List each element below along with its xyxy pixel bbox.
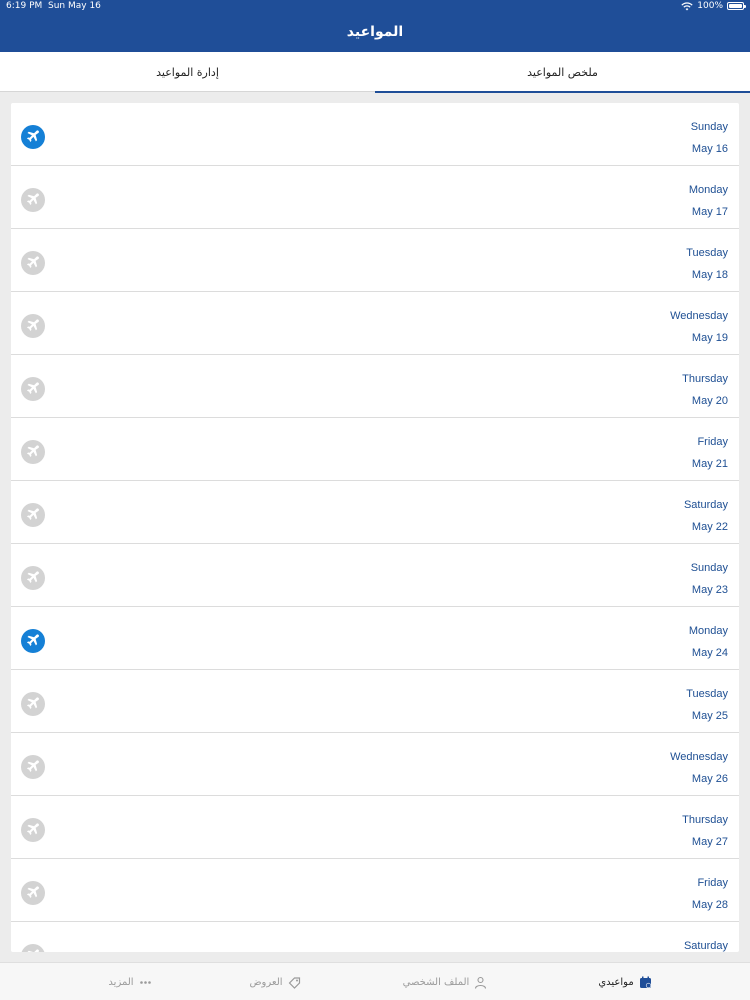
nav-item-offers[interactable]: العروض [210, 963, 340, 1000]
airplane-icon [21, 188, 45, 212]
user-icon [475, 976, 487, 989]
day-date: May 19 [691, 332, 728, 344]
day-name: Wednesday [670, 310, 728, 322]
airplane-icon [21, 251, 45, 275]
day-date: May 17 [691, 206, 728, 218]
airplane-icon [21, 818, 45, 842]
nav-item-profile[interactable]: الملف الشخصي [380, 963, 510, 1000]
day-name: Tuesday [686, 688, 728, 700]
segment-tabs: إدارة المواعيد ملخص المواعيد [0, 52, 750, 93]
status-date: Sun May 16 [48, 1, 101, 11]
airplane-icon [21, 881, 45, 905]
day-date: May 20 [691, 395, 728, 407]
schedule-row[interactable]: Monday May 24 [11, 607, 739, 670]
wifi-icon [681, 1, 693, 10]
airplane-icon [21, 440, 45, 464]
day-name: Tuesday [686, 247, 728, 259]
airplane-icon [21, 692, 45, 716]
day-date: May 27 [691, 836, 728, 848]
schedule-row[interactable]: Friday May 21 [11, 418, 739, 481]
airplane-icon [21, 944, 45, 952]
airplane-icon [21, 125, 45, 149]
day-date: May 18 [691, 269, 728, 281]
day-name: Thursday [682, 373, 728, 385]
airplane-icon [21, 629, 45, 653]
schedule-row[interactable]: Tuesday May 25 [11, 670, 739, 733]
battery-icon [727, 2, 746, 10]
schedule-row[interactable]: Saturday May 22 [11, 481, 739, 544]
airplane-icon [21, 566, 45, 590]
day-name: Monday [688, 184, 728, 196]
battery-text: 100% [697, 1, 723, 11]
tab-appointments-summary[interactable]: ملخص المواعيد [375, 52, 750, 93]
day-name: Wednesday [670, 751, 728, 763]
status-time-date: 6:19 PM Sun May 16 [6, 1, 101, 11]
airplane-icon [21, 314, 45, 338]
schedule-row[interactable]: Sunday May 23 [11, 544, 739, 607]
schedule-row[interactable]: Thursday May 20 [11, 355, 739, 418]
bottom-nav: المزيد العروض الملف الشخصي مواعيدي [0, 962, 750, 1000]
schedule-row[interactable]: Sunday May 16 [11, 103, 739, 166]
nav-item-label: مواعيدي [598, 976, 634, 988]
calendar-icon [639, 976, 651, 988]
schedule-list: Sunday May 16 Monday May 17 Tuesday May 18 Wed… [11, 103, 739, 952]
schedule-row[interactable]: Thursday May 27 [11, 796, 739, 859]
schedule-row[interactable]: Saturday [11, 922, 739, 952]
nav-item-label: المزيد [108, 976, 134, 988]
day-name: Saturday [683, 940, 728, 952]
day-date: May 25 [691, 710, 728, 722]
day-name: Sunday [690, 121, 728, 133]
app-header: 6:19 PM Sun May 16 100% المواعيد [0, 0, 750, 52]
page-title: المواعيد [346, 24, 404, 40]
status-bar: 6:19 PM Sun May 16 100% [0, 0, 750, 14]
airplane-icon [21, 377, 45, 401]
airplane-icon [21, 755, 45, 779]
tab-label: ملخص المواعيد [527, 65, 598, 79]
day-name: Friday [697, 877, 728, 889]
day-date: May 24 [691, 647, 728, 659]
airplane-icon [21, 503, 45, 527]
nav-item-label: الملف الشخصي [402, 976, 470, 988]
nav-item-my-appointments[interactable]: مواعيدي [560, 963, 690, 1000]
tag-icon [288, 976, 300, 989]
nav-item-label: العروض [249, 976, 283, 988]
nav-item-more[interactable]: المزيد [65, 963, 195, 1000]
day-date: May 28 [691, 899, 728, 911]
schedule-row[interactable]: Tuesday May 18 [11, 229, 739, 292]
status-right: 100% [681, 1, 746, 11]
tab-manage-appointments[interactable]: إدارة المواعيد [0, 52, 375, 92]
tab-label: إدارة المواعيد [156, 65, 219, 79]
day-date: May 23 [691, 584, 728, 596]
status-time: 6:19 PM [6, 1, 43, 11]
day-name: Thursday [682, 814, 728, 826]
day-name: Friday [697, 436, 728, 448]
day-date: May 16 [691, 143, 728, 155]
day-name: Saturday [683, 499, 728, 511]
day-date: May 21 [691, 458, 728, 470]
more-dots-icon [139, 980, 151, 984]
day-date: May 22 [691, 521, 728, 533]
schedule-row[interactable]: Wednesday May 19 [11, 292, 739, 355]
day-name: Sunday [690, 562, 728, 574]
schedule-row[interactable]: Friday May 28 [11, 859, 739, 922]
day-date: May 26 [691, 773, 728, 785]
schedule-row[interactable]: Wednesday May 26 [11, 733, 739, 796]
schedule-row[interactable]: Monday May 17 [11, 166, 739, 229]
day-name: Monday [688, 625, 728, 637]
